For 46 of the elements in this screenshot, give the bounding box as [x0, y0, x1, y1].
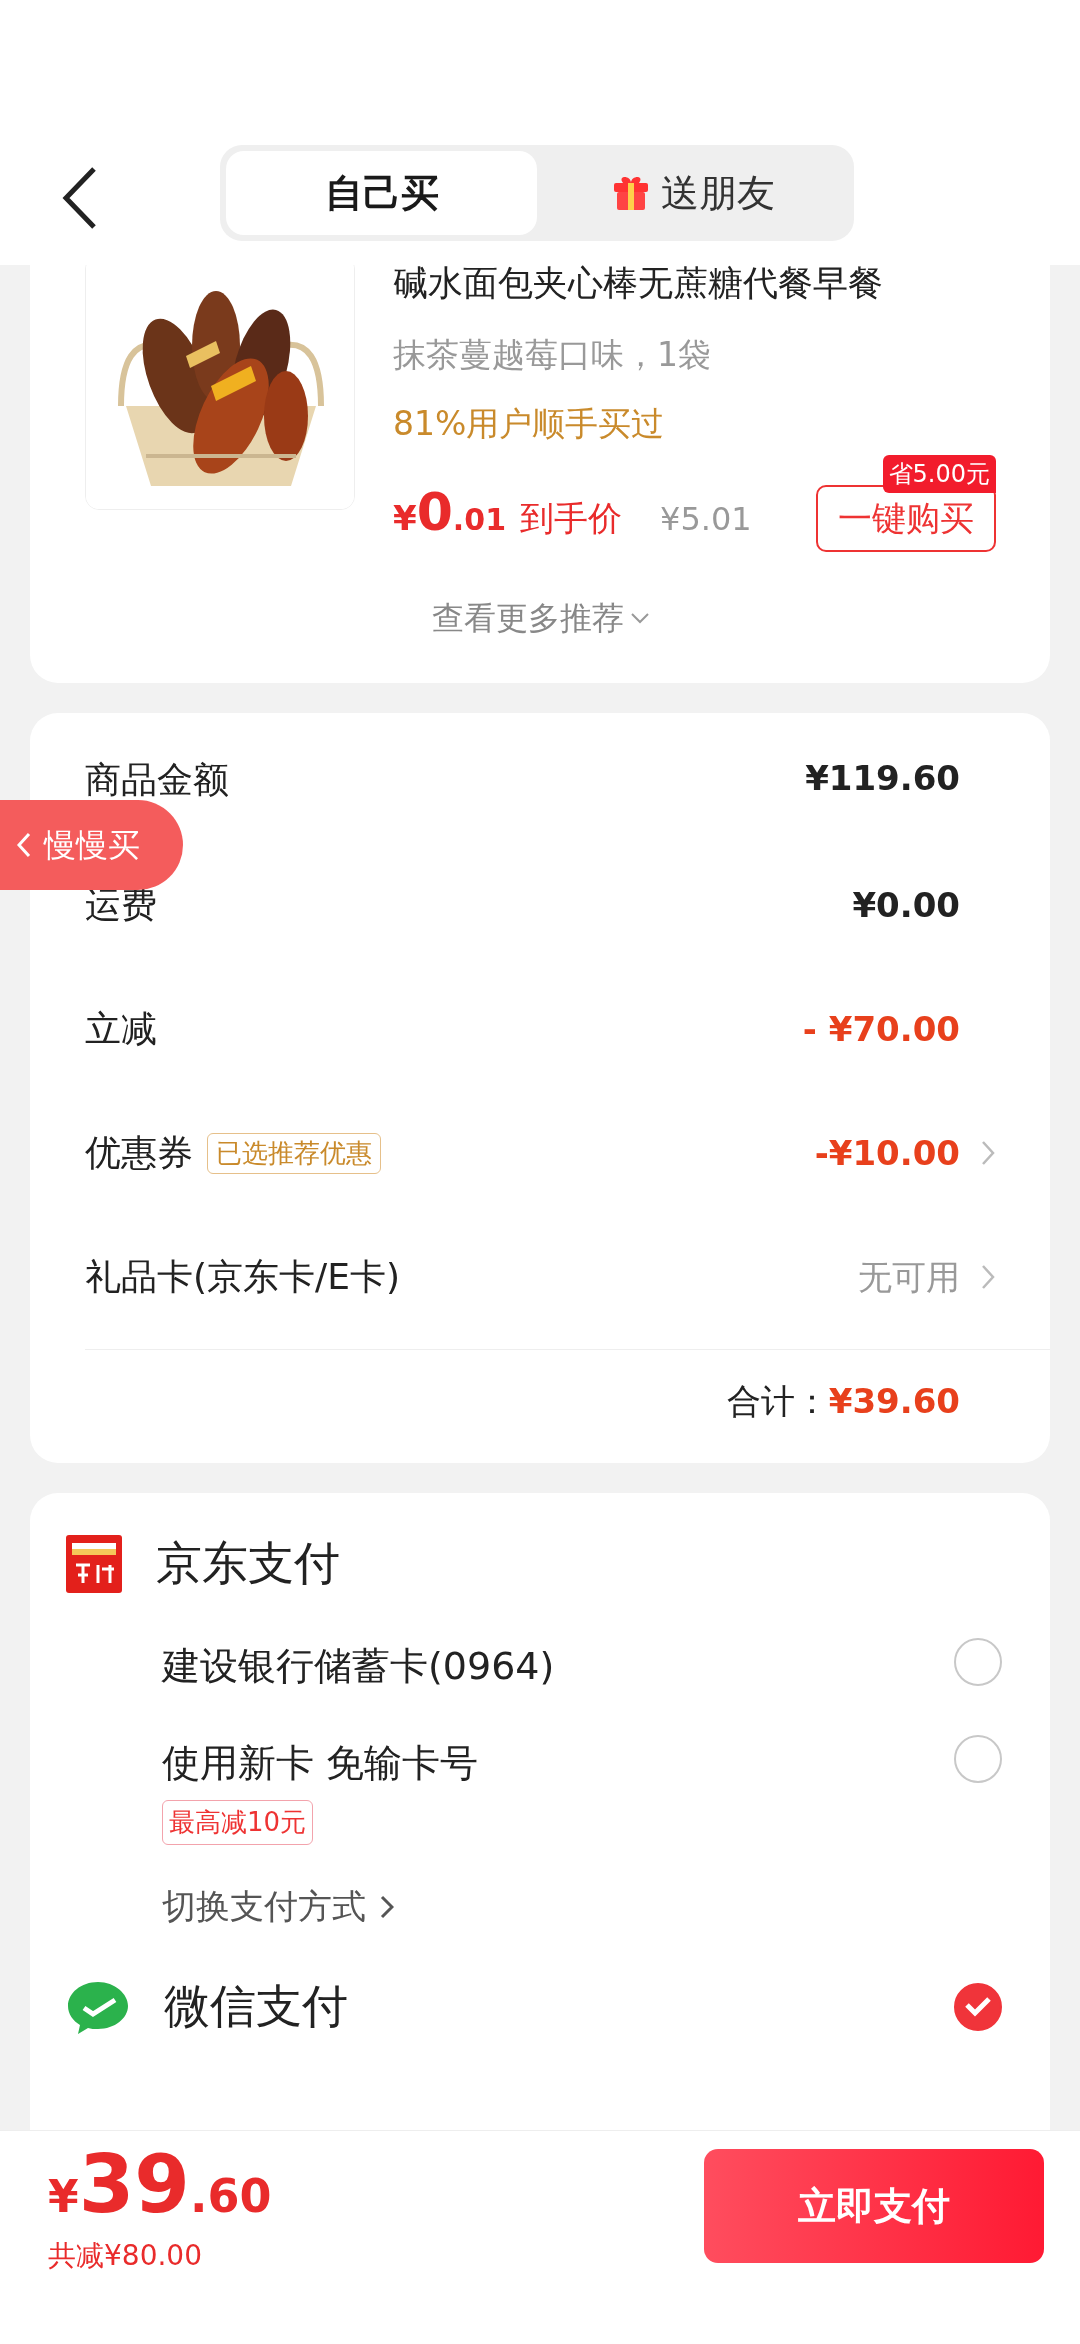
price-integer: 0 — [416, 480, 453, 544]
row-label: 商品金额 — [85, 758, 229, 802]
total-value: ¥39.60 — [828, 1380, 960, 1423]
row-value: ¥119.60 — [805, 757, 960, 800]
currency-symbol: ¥ — [393, 496, 417, 540]
row-label: 礼品卡(京东卡/E卡) — [85, 1255, 400, 1299]
radio-button[interactable] — [954, 1735, 1002, 1783]
row-label: 优惠券 — [85, 1131, 193, 1175]
total-decimal: .60 — [189, 2168, 272, 2225]
pay-button[interactable]: 立即支付 — [704, 2149, 1044, 2263]
total-integer: 39 — [78, 2145, 190, 2225]
tab[interactable]: 送朋友 — [537, 151, 848, 235]
chevron-right-icon[interactable] — [980, 1263, 996, 1291]
chevron-right-icon — [380, 1894, 394, 1919]
tab[interactable]: 自己买 — [226, 151, 537, 235]
original-price: ¥5.01 — [660, 498, 752, 540]
more-link[interactable]: 查看更多推荐 — [431, 593, 624, 642]
radio-button[interactable] — [954, 1638, 1002, 1686]
payment-option[interactable]: 建设银行储蓄卡(0964) — [162, 1638, 555, 1695]
row-value: -¥10.00 — [814, 1131, 960, 1175]
row-value: ¥0.00 — [852, 883, 960, 927]
discount-tag: 最高减10元 — [162, 1800, 314, 1845]
currency-symbol: ¥ — [48, 2170, 79, 2224]
check-icon — [964, 1996, 992, 2018]
purchase-stat: 81%用户顺手买过 — [393, 403, 666, 445]
product-spec: 抹茶蔓越莓口味，1袋 — [393, 333, 712, 376]
buy-button[interactable]: 一键购买 — [816, 484, 996, 552]
chevron-left-icon — [16, 831, 32, 859]
row-value: 无可用 — [858, 1255, 960, 1299]
coupon-tag: 已选推荐优惠 — [207, 1132, 381, 1174]
radio-button[interactable] — [954, 1982, 1002, 2031]
payment-option[interactable]: 使用新卡 免输卡号 — [162, 1735, 479, 1792]
savings-text: 共减¥80.00 — [48, 2238, 203, 2274]
wallet-card-icon — [66, 1534, 122, 1593]
total-label: 合计： — [726, 1380, 829, 1423]
product-title: 碱水面包夹心棒无蔗糖代餐早餐 — [393, 265, 884, 305]
chevron-right-icon[interactable] — [980, 1139, 996, 1167]
price-decimal: .01 — [452, 500, 506, 539]
payment-method-title: 微信支付 — [164, 1978, 348, 2035]
payment-method-title: 京东支付 — [156, 1535, 340, 1592]
saving-badge: 省5.00元 — [882, 454, 996, 493]
chevron-down-icon — [629, 611, 650, 624]
row-label: 立减 — [85, 1007, 157, 1051]
switch-payment-link[interactable]: 切换支付方式 — [162, 1881, 394, 1932]
row-value: - ¥70.00 — [802, 1007, 960, 1051]
price-label: 到手价 — [520, 496, 622, 540]
